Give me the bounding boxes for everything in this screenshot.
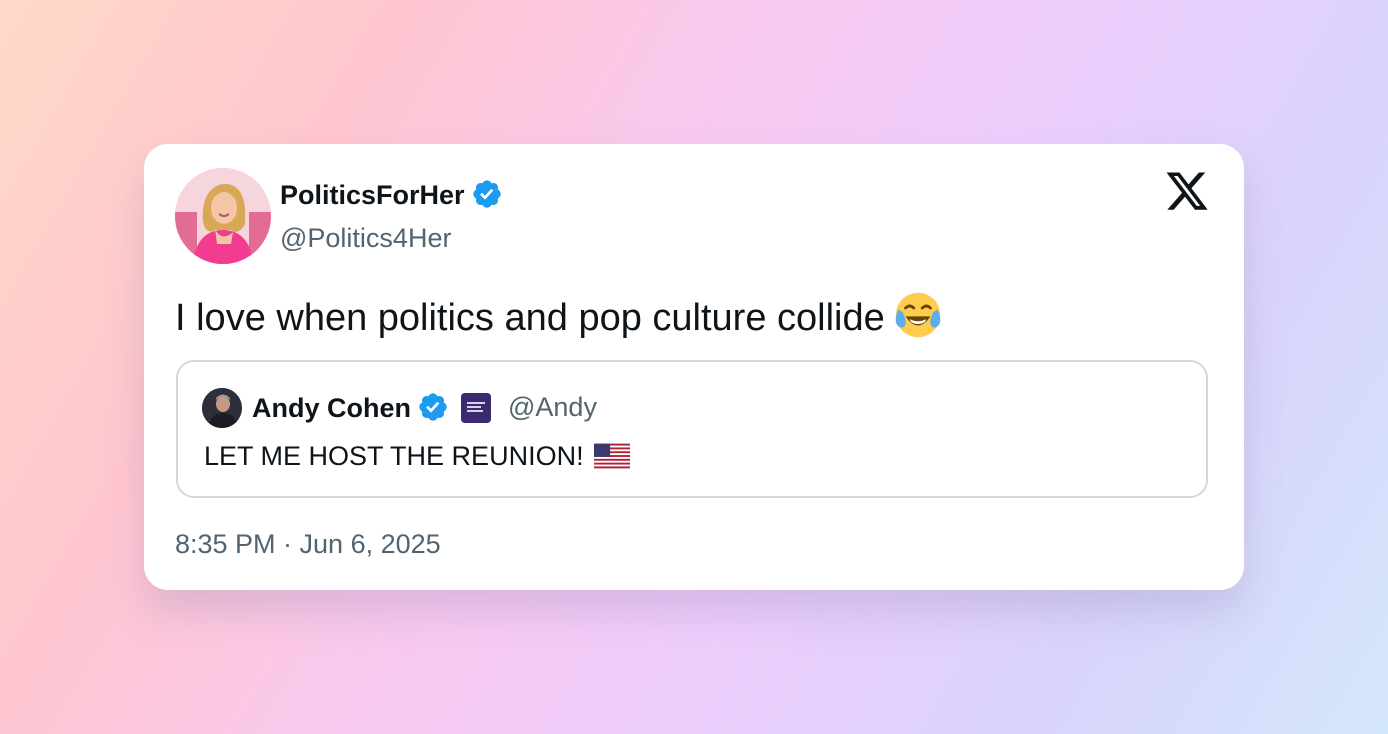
author-name[interactable]: PoliticsForHer: [280, 178, 503, 211]
quoted-author-handle[interactable]: @Andy: [508, 391, 597, 423]
us-flag-icon: [593, 443, 630, 469]
x-logo-icon[interactable]: [1164, 172, 1210, 214]
quoted-tweet[interactable]: Andy Cohen @Andy LET ME HOST THE REUNION…: [176, 360, 1208, 498]
quoted-author-name-text[interactable]: Andy Cohen: [252, 393, 411, 423]
tweet-timestamp[interactable]: 8:35 PM · Jun 6, 2025: [175, 528, 441, 560]
avatar-image: [175, 168, 271, 264]
quoted-tweet-text-content: LET ME HOST THE REUNION!: [204, 441, 584, 471]
tweet-text-content: I love when politics and pop culture col…: [175, 297, 885, 339]
affiliate-badge-graphic: [461, 393, 491, 423]
verified-badge-icon: [472, 180, 501, 208]
face-with-tears-of-joy-icon: [895, 292, 941, 338]
author-name-text[interactable]: PoliticsForHer: [280, 180, 465, 210]
quoted-author-avatar[interactable]: [202, 388, 242, 428]
affiliate-badge-icon[interactable]: [461, 393, 491, 423]
author-avatar[interactable]: [175, 168, 271, 264]
verified-badge-icon: [419, 393, 447, 421]
tweet-card: PoliticsForHer @Politics4Her I love when…: [144, 144, 1244, 590]
quoted-avatar-image: [202, 388, 242, 428]
quoted-author-name[interactable]: Andy Cohen: [252, 391, 491, 424]
author-handle[interactable]: @Politics4Her: [280, 222, 451, 254]
tweet-text: I love when politics and pop culture col…: [175, 290, 943, 341]
quoted-tweet-text: LET ME HOST THE REUNION!: [204, 439, 630, 473]
